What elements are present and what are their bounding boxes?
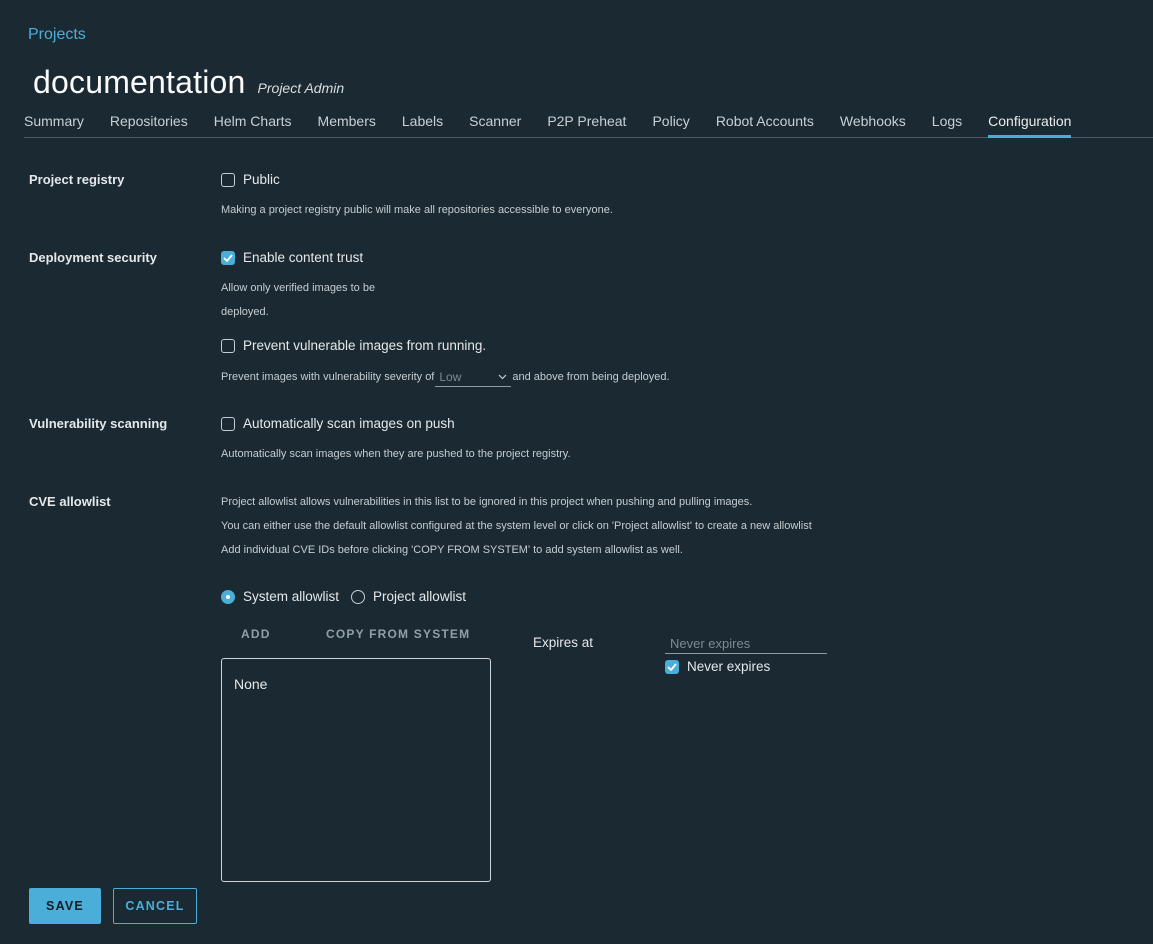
- save-button[interactable]: SAVE: [29, 888, 101, 924]
- cve-allowlist-help-line-3: Add individual CVE IDs before clicking '…: [221, 544, 683, 556]
- public-checkbox[interactable]: [221, 172, 235, 187]
- project-allowlist-label[interactable]: Project allowlist: [373, 589, 466, 604]
- tab-configuration[interactable]: Configuration: [988, 113, 1072, 138]
- public-option[interactable]: Public: [221, 172, 280, 187]
- severity-suffix-text: and above from being deployed.: [512, 371, 670, 383]
- system-allowlist-radio[interactable]: [221, 589, 235, 604]
- auto-scan-checkbox[interactable]: [221, 416, 235, 431]
- content-trust-option[interactable]: Enable content trust: [221, 250, 363, 265]
- tab-robot-accounts[interactable]: Robot Accounts: [716, 113, 814, 137]
- prevent-vulnerable-option[interactable]: Prevent vulnerable images from running.: [221, 338, 486, 353]
- cve-allowlist-help-line-2: You can either use the default allowlist…: [221, 520, 812, 532]
- page-header: documentation Project Admin: [33, 64, 344, 101]
- tab-labels[interactable]: Labels: [402, 113, 443, 137]
- severity-select-value: Low: [439, 369, 462, 384]
- auto-scan-option[interactable]: Automatically scan images on push: [221, 416, 455, 431]
- never-expires-checkbox[interactable]: [665, 659, 679, 674]
- checkmark-icon: [667, 662, 677, 671]
- never-expires-label[interactable]: Never expires: [687, 659, 770, 674]
- content-trust-help-line-1: Allow only verified images to be: [221, 282, 376, 294]
- tab-summary[interactable]: Summary: [24, 113, 84, 137]
- severity-prefix-text: Prevent images with vulnerability severi…: [221, 371, 435, 383]
- allowlist-type-group: System allowlist Project allowlist: [221, 589, 478, 604]
- system-allowlist-label[interactable]: System allowlist: [243, 589, 339, 604]
- prevent-vulnerable-checkbox[interactable]: [221, 338, 235, 353]
- page-title: documentation: [33, 64, 246, 100]
- deployment-security-label: Deployment security: [29, 250, 157, 265]
- tab-repositories[interactable]: Repositories: [110, 113, 188, 137]
- public-label[interactable]: Public: [243, 172, 280, 187]
- severity-row: Prevent images with vulnerability severi…: [221, 366, 670, 388]
- prevent-vulnerable-label[interactable]: Prevent vulnerable images from running.: [243, 338, 486, 353]
- tab-webhooks[interactable]: Webhooks: [840, 113, 906, 137]
- content-trust-help-line-2: deployed.: [221, 306, 269, 318]
- chevron-down-icon: [498, 374, 507, 379]
- public-help-text: Making a project registry public will ma…: [221, 204, 613, 216]
- tab-policy[interactable]: Policy: [652, 113, 689, 137]
- cancel-button[interactable]: CANCEL: [113, 888, 197, 924]
- project-registry-label: Project registry: [29, 172, 125, 187]
- breadcrumb-projects[interactable]: Projects: [28, 26, 86, 44]
- expires-at-label: Expires at: [533, 635, 594, 650]
- checkmark-icon: [223, 253, 233, 262]
- never-expires-option[interactable]: Never expires: [665, 659, 770, 674]
- cve-list-empty-text: None: [234, 676, 268, 692]
- cve-allowlist-help-line-1: Project allowlist allows vulnerabilities…: [221, 496, 753, 508]
- tab-helm-charts[interactable]: Helm Charts: [214, 113, 292, 137]
- project-allowlist-radio[interactable]: [351, 589, 366, 604]
- project-configuration-page: Projects documentation Project Admin Sum…: [0, 0, 1153, 944]
- tab-members[interactable]: Members: [318, 113, 376, 137]
- severity-select[interactable]: Low: [435, 367, 512, 387]
- auto-scan-help-text: Automatically scan images when they are …: [221, 448, 571, 460]
- cve-list[interactable]: None: [221, 658, 491, 882]
- content-trust-checkbox[interactable]: [221, 250, 235, 265]
- content-trust-label[interactable]: Enable content trust: [243, 250, 363, 265]
- add-cve-button[interactable]: ADD: [241, 627, 271, 641]
- auto-scan-label[interactable]: Automatically scan images on push: [243, 416, 455, 431]
- cve-allowlist-label: CVE allowlist: [29, 494, 111, 509]
- tab-scanner[interactable]: Scanner: [469, 113, 521, 137]
- tab-bar: Summary Repositories Helm Charts Members…: [24, 113, 1153, 138]
- tab-p2p-preheat[interactable]: P2P Preheat: [547, 113, 626, 137]
- role-badge: Project Admin: [257, 80, 345, 96]
- copy-from-system-button[interactable]: COPY FROM SYSTEM: [326, 627, 470, 641]
- tab-logs[interactable]: Logs: [932, 113, 962, 137]
- expires-at-input[interactable]: [665, 634, 827, 654]
- vulnerability-scanning-label: Vulnerability scanning: [29, 416, 168, 431]
